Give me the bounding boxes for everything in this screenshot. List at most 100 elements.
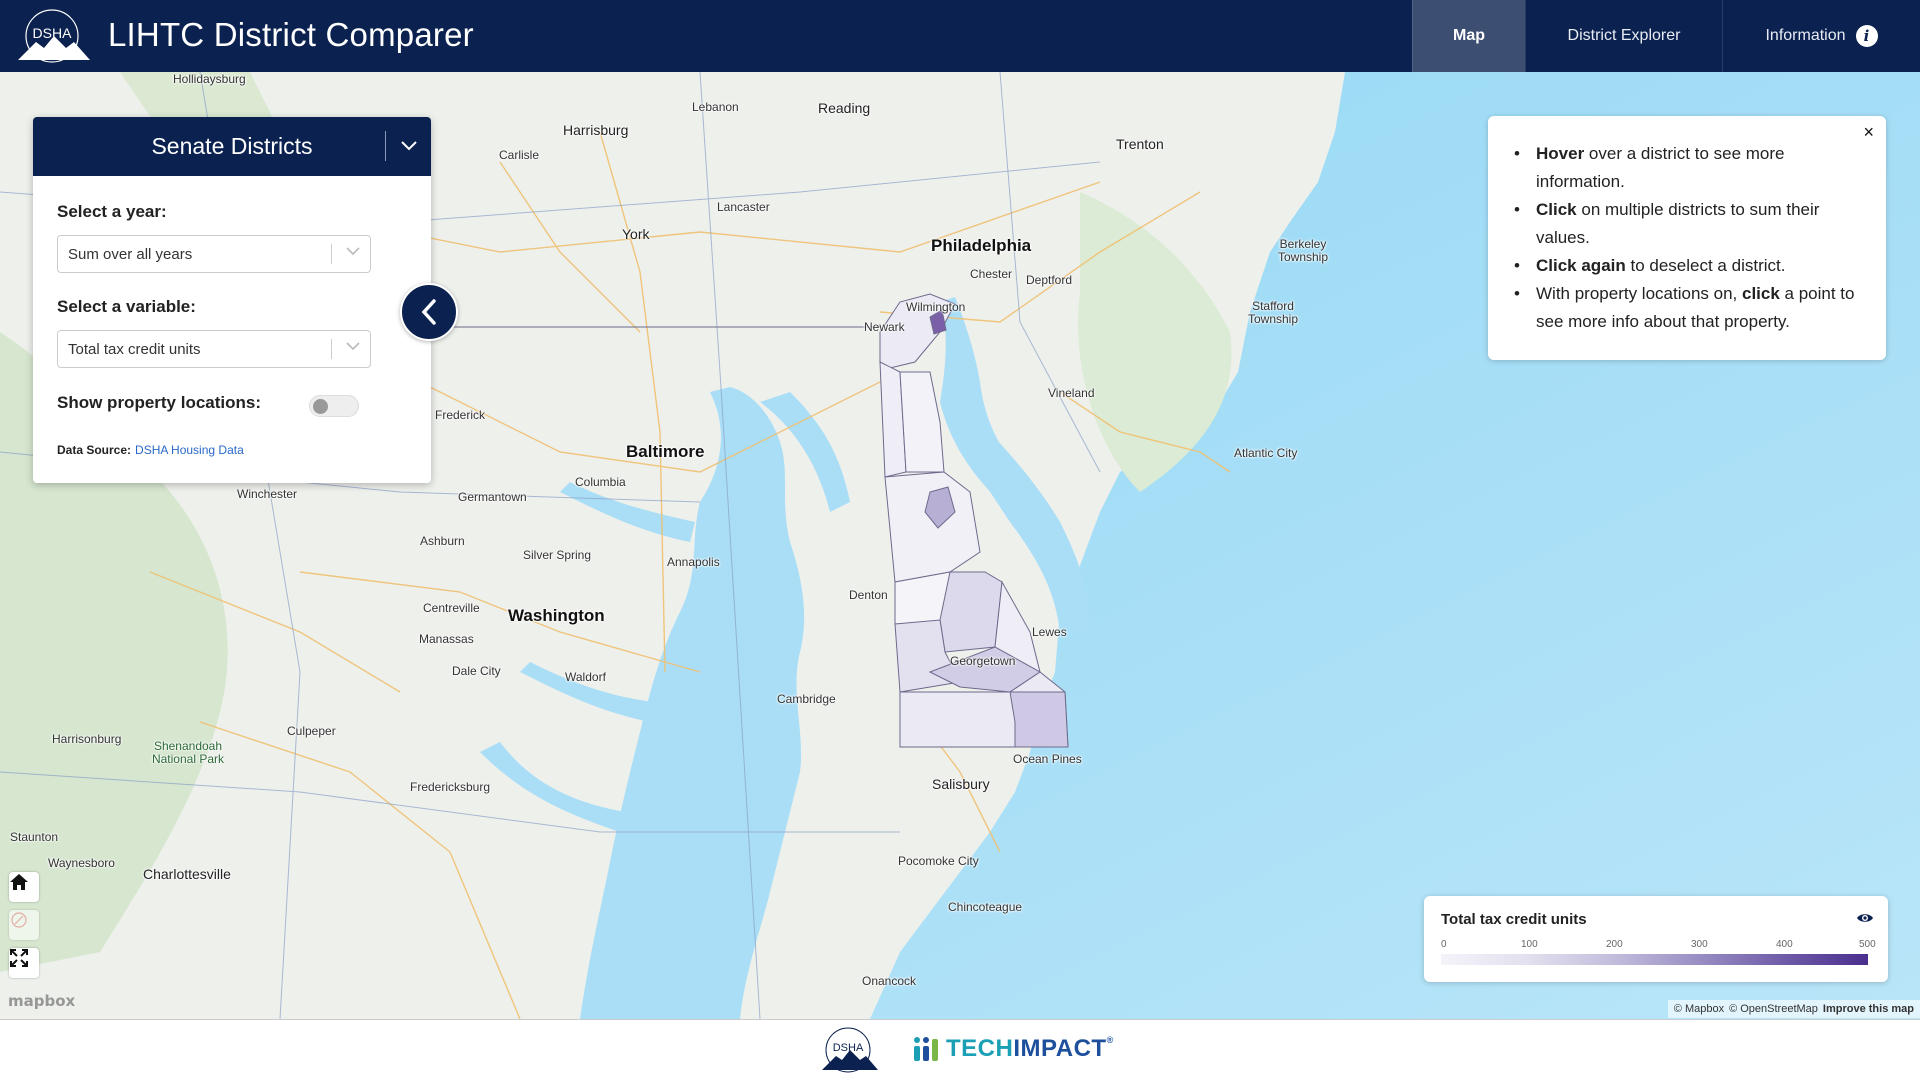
place-label: Washington bbox=[508, 606, 605, 625]
place-label: Wilmington bbox=[906, 300, 966, 314]
svg-text:DSHA: DSHA bbox=[833, 1042, 864, 1054]
toggle-knob bbox=[313, 399, 328, 414]
legend-color-bar bbox=[1441, 954, 1868, 965]
nav-district-explorer-tab[interactable]: District Explorer bbox=[1525, 0, 1722, 72]
place-label: Stafford Township bbox=[1247, 299, 1299, 326]
map-legend: Total tax credit units 0 100 200 300 400… bbox=[1424, 896, 1888, 982]
place-label: Charlottesville bbox=[143, 866, 231, 882]
place-label: Germantown bbox=[458, 490, 527, 504]
attrib-mapbox[interactable]: © Mapbox bbox=[1674, 1003, 1724, 1015]
home-icon bbox=[10, 874, 28, 890]
app-title: LIHTC District Comparer bbox=[108, 16, 474, 53]
main-nav: Map District Explorer Information i bbox=[1412, 0, 1920, 72]
mapbox-logo[interactable]: mapbox bbox=[8, 992, 75, 1010]
place-label: Denton bbox=[849, 588, 888, 602]
district-type-header[interactable]: Senate Districts bbox=[33, 117, 431, 176]
place-label: Lebanon bbox=[692, 100, 739, 114]
nav-map-tab[interactable]: Map bbox=[1412, 0, 1525, 72]
home-button[interactable] bbox=[9, 872, 39, 902]
property-locations-toggle[interactable] bbox=[309, 395, 359, 417]
place-label: Berkeley Township bbox=[1277, 237, 1329, 264]
place-label: Centreville bbox=[423, 601, 480, 615]
place-label: Annapolis bbox=[667, 555, 720, 569]
legend-tick: 200 bbox=[1606, 939, 1623, 950]
techimpact-mark-icon bbox=[914, 1037, 938, 1061]
place-label: Chincoteague bbox=[948, 900, 1023, 914]
place-label: Staunton bbox=[10, 830, 59, 844]
place-label: Vineland bbox=[1048, 386, 1095, 400]
district-type-title: Senate Districts bbox=[151, 133, 313, 159]
info-icon: i bbox=[1855, 25, 1878, 47]
variable-select-value: Total tax credit units bbox=[68, 340, 201, 358]
place-label: Ocean Pines bbox=[1013, 752, 1082, 766]
place-label: Columbia bbox=[575, 475, 626, 489]
legend-tick: 300 bbox=[1691, 939, 1708, 950]
place-label: Carlisle bbox=[499, 148, 540, 162]
chevron-left-icon bbox=[421, 299, 436, 325]
place-label: Trenton bbox=[1116, 136, 1164, 152]
collapse-panel-button[interactable] bbox=[400, 283, 458, 341]
place-label: Baltimore bbox=[626, 442, 705, 461]
place-label: York bbox=[622, 226, 650, 242]
place-label: Hollidaysburg bbox=[173, 72, 246, 86]
control-panel: Senate Districts Select a year: Sum over… bbox=[33, 117, 431, 483]
data-source-link[interactable]: DSHA Housing Data bbox=[135, 443, 244, 457]
compass-button[interactable] bbox=[9, 910, 39, 940]
place-label: Silver Spring bbox=[523, 548, 592, 562]
legend-ticks: 0 100 200 300 400 500 bbox=[1441, 939, 1876, 951]
close-icon[interactable]: × bbox=[1863, 122, 1874, 143]
place-label: Salisbury bbox=[932, 776, 990, 792]
legend-tick: 500 bbox=[1859, 939, 1876, 950]
year-select-value: Sum over all years bbox=[68, 245, 193, 263]
nav-info-label: Information bbox=[1765, 27, 1846, 44]
svg-text:DSHA: DSHA bbox=[33, 25, 73, 41]
data-source-label: Data Source: bbox=[57, 443, 132, 457]
place-label: Dale City bbox=[452, 664, 501, 678]
instruction-item: Click again to deselect a district. bbox=[1512, 252, 1862, 280]
instruction-item: Click on multiple districts to sum their… bbox=[1512, 196, 1862, 252]
select-divider bbox=[331, 244, 332, 264]
legend-title: Total tax credit units bbox=[1441, 911, 1587, 928]
place-label: Winchester bbox=[237, 487, 298, 501]
place-label: Culpeper bbox=[287, 724, 336, 738]
data-source: Data Source: DSHA Housing Data bbox=[57, 443, 244, 457]
attrib-improve[interactable]: Improve this map bbox=[1823, 1003, 1914, 1015]
place-label: Manassas bbox=[419, 632, 474, 646]
chevron-down-icon bbox=[346, 339, 360, 354]
map-attribution: © Mapbox © OpenStreetMap Improve this ma… bbox=[1667, 1000, 1920, 1018]
place-label: Philadelphia bbox=[931, 236, 1032, 255]
nav-map-label: Map bbox=[1453, 27, 1485, 44]
dsha-logo: DSHA bbox=[14, 8, 94, 64]
year-select[interactable]: Sum over all years bbox=[57, 235, 371, 273]
compass-icon bbox=[11, 912, 27, 928]
legend-tick: 100 bbox=[1521, 939, 1538, 950]
chevron-down-icon[interactable] bbox=[385, 131, 431, 161]
legend-tick: 0 bbox=[1441, 939, 1447, 950]
place-label: Deptford bbox=[1026, 273, 1073, 287]
instruction-item: With property locations on, click a poin… bbox=[1512, 280, 1862, 336]
place-label: Fredericksburg bbox=[410, 780, 491, 794]
place-label: Lewes bbox=[1032, 625, 1067, 639]
fullscreen-button[interactable] bbox=[9, 948, 39, 978]
place-label: Cambridge bbox=[777, 692, 836, 706]
chevron-down-icon bbox=[346, 244, 360, 259]
eye-icon[interactable] bbox=[1856, 910, 1874, 926]
place-label: Newark bbox=[864, 320, 905, 334]
app-header: DSHA LIHTC District Comparer Map Distric… bbox=[0, 0, 1920, 72]
place-label: Waldorf bbox=[565, 670, 606, 684]
select-divider bbox=[331, 339, 332, 359]
place-label: Onancock bbox=[862, 974, 917, 988]
variable-select[interactable]: Total tax credit units bbox=[57, 330, 371, 368]
app-footer: DSHA TECHIMPACT® bbox=[0, 1019, 1920, 1080]
instructions-box: × Hover over a district to see more info… bbox=[1488, 116, 1886, 360]
place-label: Pocomoke City bbox=[898, 854, 979, 868]
place-label: Harrisonburg bbox=[52, 732, 122, 746]
locations-label: Show property locations: bbox=[57, 393, 262, 412]
year-label: Select a year: bbox=[57, 202, 167, 221]
attrib-osm[interactable]: © OpenStreetMap bbox=[1729, 1003, 1818, 1015]
place-label: Reading bbox=[818, 100, 871, 116]
place-label: Chester bbox=[970, 267, 1013, 281]
place-label: Shenandoah National Park bbox=[151, 739, 225, 766]
nav-information-tab[interactable]: Information i bbox=[1722, 0, 1920, 72]
place-label: Waynesboro bbox=[48, 856, 115, 870]
